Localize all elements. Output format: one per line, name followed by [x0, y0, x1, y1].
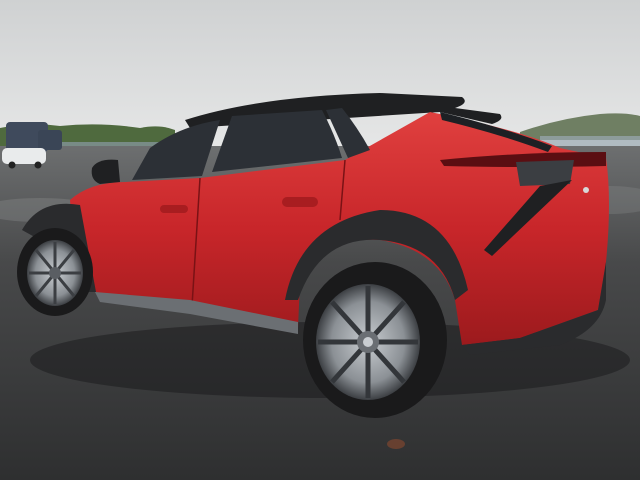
- rear-door-handle: [282, 197, 318, 207]
- front-door-handle: [160, 205, 188, 213]
- vehicle-photo: [0, 0, 640, 480]
- front-wheel: [17, 228, 93, 316]
- rear-badge: [583, 187, 589, 193]
- ground-stain: [387, 439, 405, 449]
- rear-wheel: [303, 262, 447, 418]
- parked-cars-row: [540, 136, 640, 146]
